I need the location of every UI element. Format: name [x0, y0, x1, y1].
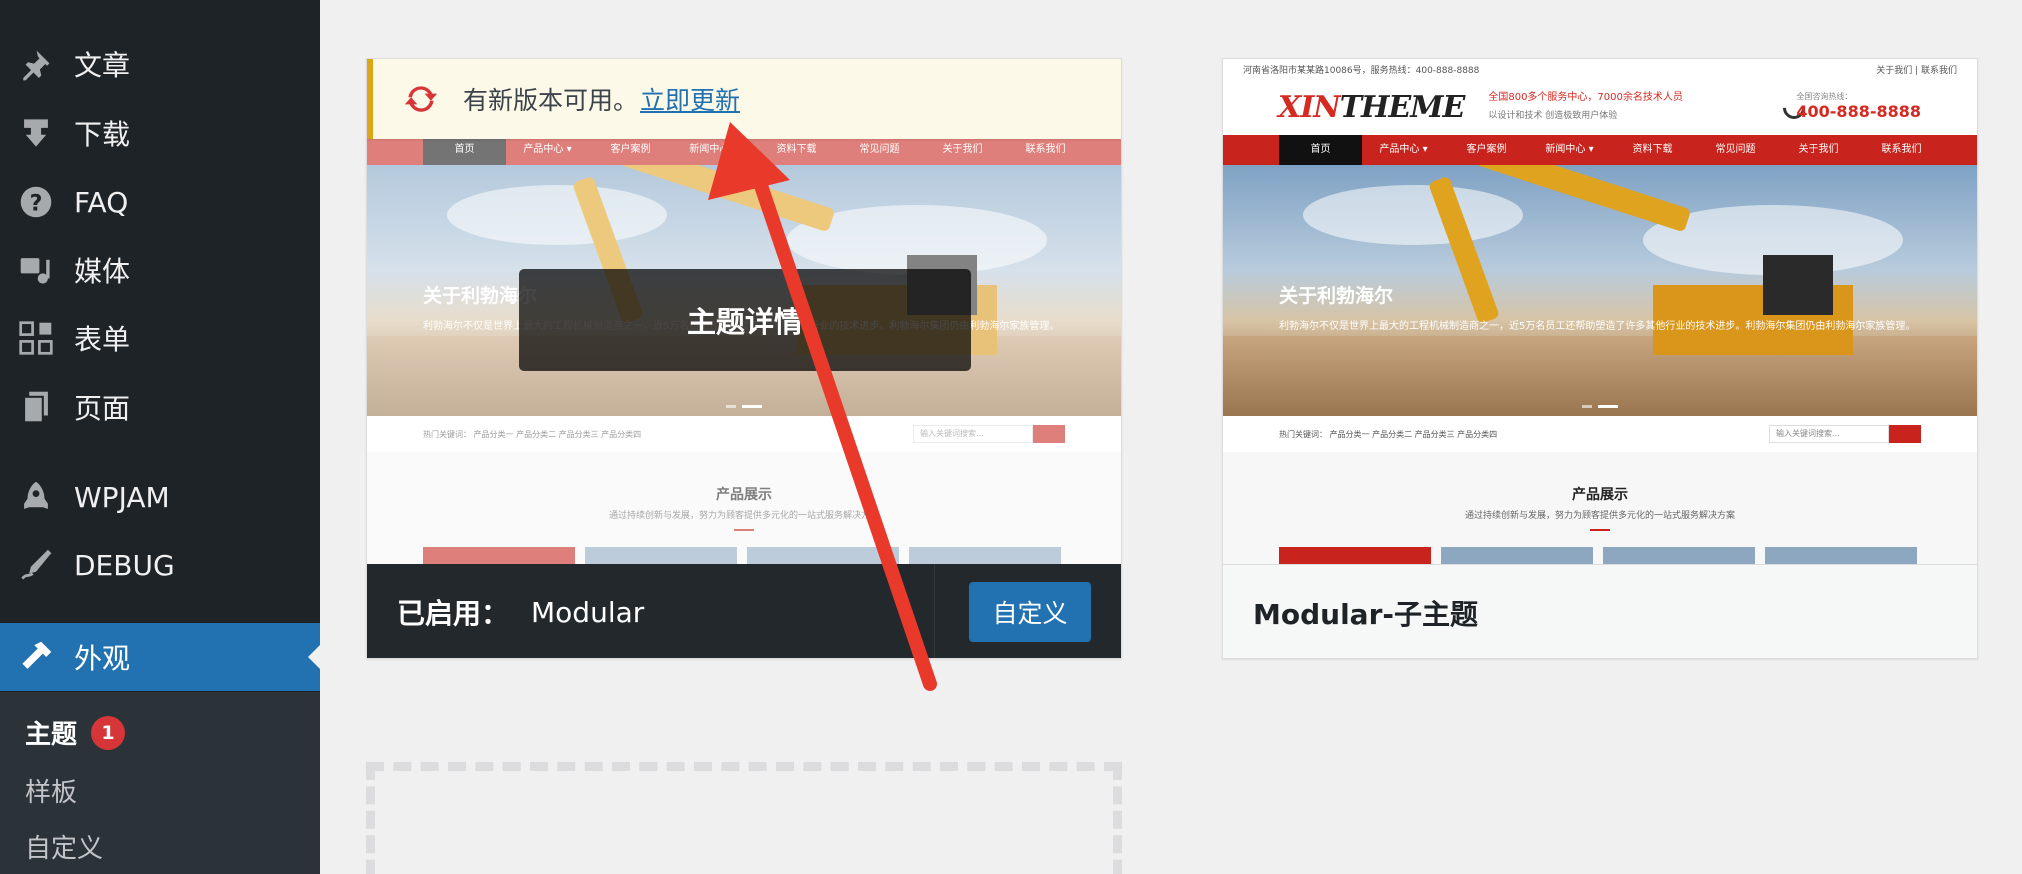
theme-card-active[interactable]: 河南省洛阳市某某路10086号，服务热线：400-888-8888 关于我们 |… [366, 58, 1122, 659]
preview-hero-text: 利勃海尔不仅是世界上最大的工程机械制造商之一，近5万名员工还帮助塑造了许多其他行… [1279, 321, 1916, 332]
pen-icon [18, 547, 54, 583]
menu-faq[interactable]: ? FAQ [0, 173, 320, 231]
pages-icon [18, 389, 54, 425]
submenu-customize[interactable]: 自定义 [25, 828, 103, 865]
active-theme-name: Modular [531, 595, 645, 629]
preview-nav-item: 首页 [1279, 135, 1362, 165]
menu-label: DEBUG [74, 548, 175, 582]
menu-forms[interactable]: 表单 [0, 309, 320, 367]
preview-thumbs [1279, 547, 1917, 564]
menu-label: WPJAM [74, 480, 170, 514]
menu-label: 下载 [74, 118, 131, 151]
submenu-label: 自定义 [25, 834, 104, 864]
preview-nav-item: 常见问题 [1715, 144, 1756, 155]
svg-text:?: ? [30, 191, 43, 217]
update-now-link[interactable]: 立即更新 [640, 81, 740, 117]
submenu-patterns[interactable]: 样板 [25, 772, 77, 809]
add-new-theme-card[interactable] [366, 762, 1122, 874]
menu-label: 外观 [74, 642, 131, 675]
update-message: 有新版本可用。 [463, 86, 639, 115]
child-theme-footer: Modular-子主题 [1223, 564, 1977, 658]
submenu-label: 样板 [25, 778, 78, 808]
menu-wpjam[interactable]: WPJAM [0, 468, 320, 526]
help-icon: ? [18, 184, 54, 220]
search-icon [1889, 425, 1921, 443]
forms-icon [18, 320, 54, 356]
appearance-icon [18, 639, 54, 675]
rocket-icon [18, 479, 54, 515]
preview-keywords: 热门关键词： 产品分类一 产品分类二 产品分类三 产品分类四 [1279, 429, 1498, 439]
preview-nav-item: 联系我们 [1881, 144, 1922, 155]
preview-phone: 全国咨询热线：400-888-8888 [1796, 92, 1921, 121]
update-sync-icon [404, 86, 438, 112]
preview-section-sub: 通过持续创新与发展，努力为顾客提供多元化的一站式服务解决方案 [1464, 511, 1735, 521]
preview-logo: XINTHEME [1278, 89, 1465, 125]
menu-label: 文章 [74, 49, 131, 82]
menu-label: 页面 [74, 392, 131, 425]
menu-label: 表单 [74, 323, 131, 356]
submenu-themes[interactable]: 主题 1 [25, 714, 126, 751]
menu-posts[interactable]: 文章 [0, 35, 320, 93]
media-icon [18, 252, 54, 288]
preview-nav-item: 关于我们 [1798, 144, 1839, 155]
update-notice: 有新版本可用。 立即更新 [367, 59, 1121, 139]
theme-screenshot[interactable]: 河南省洛阳市某某路10086号，服务热线：400-888-8888 关于我们 |… [1223, 59, 1977, 564]
menu-downloads[interactable]: 下载 [0, 104, 320, 162]
menu-label: 媒体 [74, 255, 131, 288]
menu-appearance[interactable]: 外观 [0, 623, 320, 691]
appearance-submenu: 主题 1 样板 自定义 [0, 692, 320, 874]
pushpin-icon [18, 46, 54, 82]
preview-header: XINTHEME 全国800多个服务中心，7000余名技术人员以设计和技术 创造… [1223, 79, 1977, 135]
preview-slider-dots [1582, 405, 1618, 408]
preview-nav-item: 客户案例 [1466, 144, 1507, 155]
preview-nav-item: 产品中心 ▾ [1379, 144, 1428, 155]
preview-nav-item: 新闻中心 ▾ [1545, 144, 1594, 155]
menu-pages[interactable]: 页面 [0, 378, 320, 436]
theme-card-child[interactable]: 河南省洛阳市某某路10086号，服务热线：400-888-8888 关于我们 |… [1222, 58, 1978, 659]
theme-details-button[interactable]: 主题详情 [519, 269, 971, 371]
admin-sidebar: 文章 下载 ? FAQ 媒体 表单 页面 WPJAM DEBUG 外观 主题 1… [0, 0, 320, 874]
preview-section-title: 产品展示 [1572, 487, 1628, 503]
menu-label: FAQ [74, 185, 129, 219]
menu-media[interactable]: 媒体 [0, 241, 320, 299]
preview-search-row: 热门关键词： 产品分类一 产品分类二 产品分类三 产品分类四 输入关键词搜索..… [1223, 416, 1977, 452]
preview-nav-item: 资料下载 [1632, 144, 1673, 155]
active-theme-footer: 已启用： Modular 自定义 [367, 564, 1121, 658]
preview-search-input: 输入关键词搜索... [1769, 425, 1889, 443]
preview-tagline: 全国800多个服务中心，7000余名技术人员以设计和技术 创造极致用户体验 [1488, 92, 1683, 121]
submenu-label: 主题 [25, 720, 78, 750]
preview-hero-banner: 关于利勃海尔 利勃海尔不仅是世界上最大的工程机械制造商之一，近5万名员工还帮助塑… [1223, 165, 1977, 416]
preview-nav: 首页 产品中心 ▾ 客户案例 新闻中心 ▾ 资料下载 常见问题 关于我们 联系我… [1223, 135, 1977, 165]
preview-address: 河南省洛阳市某某路10086号，服务热线：400-888-8888 [1243, 65, 1480, 76]
download-icon [18, 115, 54, 151]
preview-toplinks: 关于我们 | 联系我们 [1876, 65, 1957, 76]
active-label: 已启用： [397, 597, 510, 630]
preview-topbar: 河南省洛阳市某某路10086号，服务热线：400-888-8888 关于我们 |… [1223, 59, 1977, 79]
child-theme-name: Modular-子主题 [1253, 597, 1478, 631]
menu-debug[interactable]: DEBUG [0, 536, 320, 594]
preview-hero-title: 关于利勃海尔 [1279, 285, 1394, 307]
customize-button[interactable]: 自定义 [969, 582, 1091, 642]
update-count-badge: 1 [91, 715, 126, 750]
